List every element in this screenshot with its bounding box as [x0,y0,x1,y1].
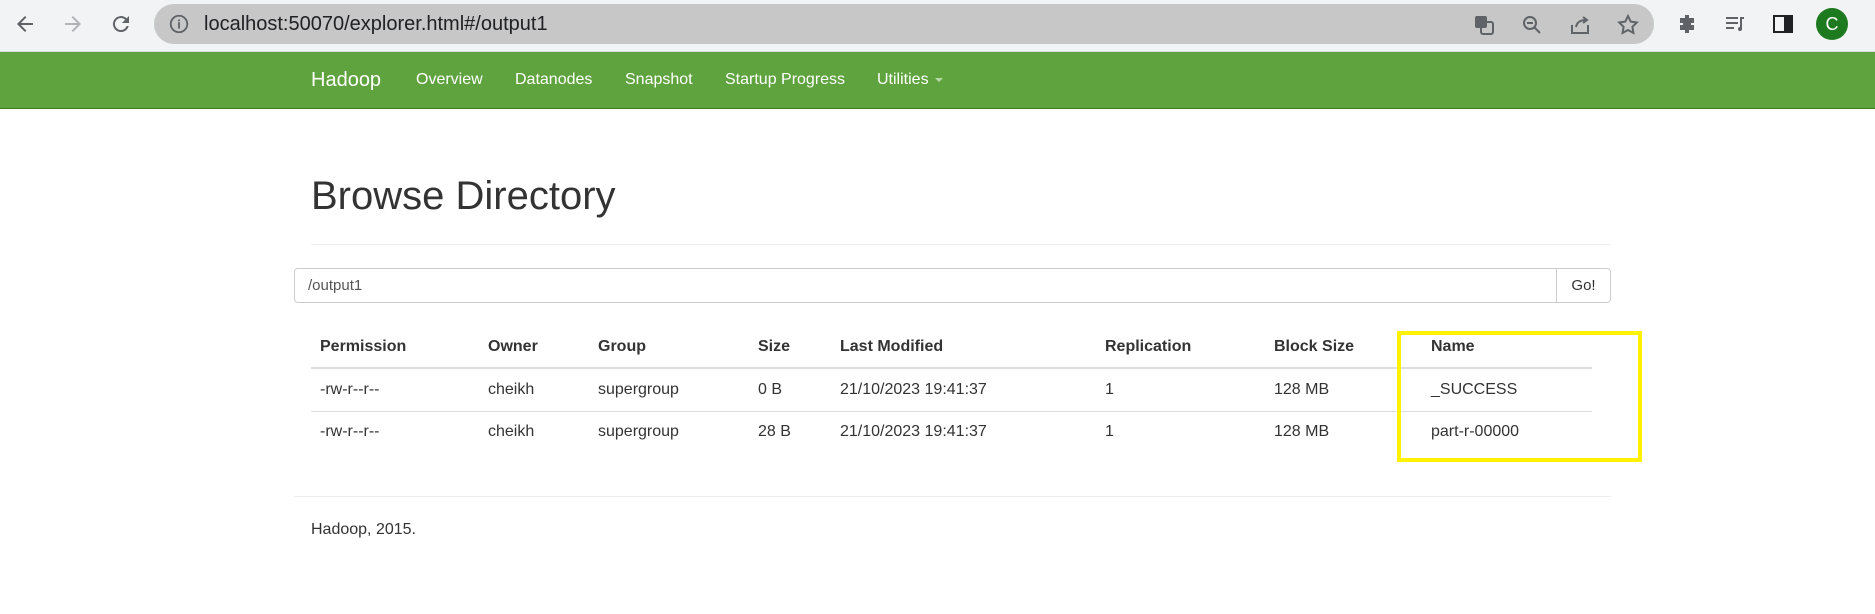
header-replication[interactable]: Replication [1105,338,1191,356]
nav-overview[interactable]: Overview [416,71,483,89]
share-icon[interactable] [1568,13,1592,37]
cell-permission: -rw-r--r-- [320,423,380,440]
cell-last-modified: 21/10/2023 19:41:37 [840,423,987,440]
nav-startup-progress[interactable]: Startup Progress [725,71,845,89]
reload-icon[interactable] [103,6,139,42]
header-last-modified[interactable]: Last Modified [840,338,943,356]
navbar-brand[interactable]: Hadoop [311,69,381,92]
header-block-size[interactable]: Block Size [1274,338,1354,356]
nav-datanodes[interactable]: Datanodes [515,71,592,89]
divider [311,244,1611,245]
caret-down-icon [934,77,943,82]
cell-replication: 1 [1105,381,1114,398]
extensions-icon[interactable] [1674,11,1700,37]
go-button[interactable]: Go! [1556,268,1611,303]
zoom-icon[interactable] [1520,13,1544,37]
directory-path-input[interactable] [294,268,1557,303]
site-info-icon[interactable] [168,13,190,35]
hadoop-navbar: Hadoop Overview Datanodes Snapshot Start… [0,52,1875,109]
cell-owner: cheikh [488,381,535,398]
translate-icon[interactable] [1472,13,1496,37]
cell-last-modified: 21/10/2023 19:41:37 [840,381,987,398]
bookmark-star-icon[interactable] [1616,13,1640,37]
nav-utilities-dropdown[interactable]: Utilities [877,71,943,89]
cell-group: supergroup [598,423,679,440]
side-panel-icon[interactable] [1770,11,1796,37]
nav-utilities-label: Utilities [877,71,929,88]
page-title: Browse Directory [311,174,616,218]
back-icon[interactable] [7,6,43,42]
footer-divider [294,496,1611,497]
cell-replication: 1 [1105,423,1114,440]
header-owner[interactable]: Owner [488,338,538,356]
reading-list-icon[interactable] [1722,11,1748,37]
url-text[interactable]: localhost:50070/explorer.html#/output1 [204,13,548,36]
cell-group: supergroup [598,381,679,398]
name-column-highlight [1397,331,1642,462]
cell-block-size: 128 MB [1274,381,1330,398]
cell-permission: -rw-r--r-- [320,381,380,398]
browser-toolbar: localhost:50070/explorer.html#/output1 C [0,0,1875,52]
address-bar[interactable]: localhost:50070/explorer.html#/output1 [154,4,1654,44]
profile-avatar[interactable]: C [1816,8,1848,40]
footer-text: Hadoop, 2015. [311,521,416,538]
nav-snapshot[interactable]: Snapshot [625,71,693,89]
cell-owner: cheikh [488,423,535,440]
header-size[interactable]: Size [758,338,790,356]
header-permission[interactable]: Permission [320,338,406,356]
header-group[interactable]: Group [598,338,646,356]
cell-size: 0 B [758,381,783,398]
cell-size: 28 B [758,423,791,440]
forward-icon[interactable] [55,6,91,42]
cell-block-size: 128 MB [1274,423,1330,440]
